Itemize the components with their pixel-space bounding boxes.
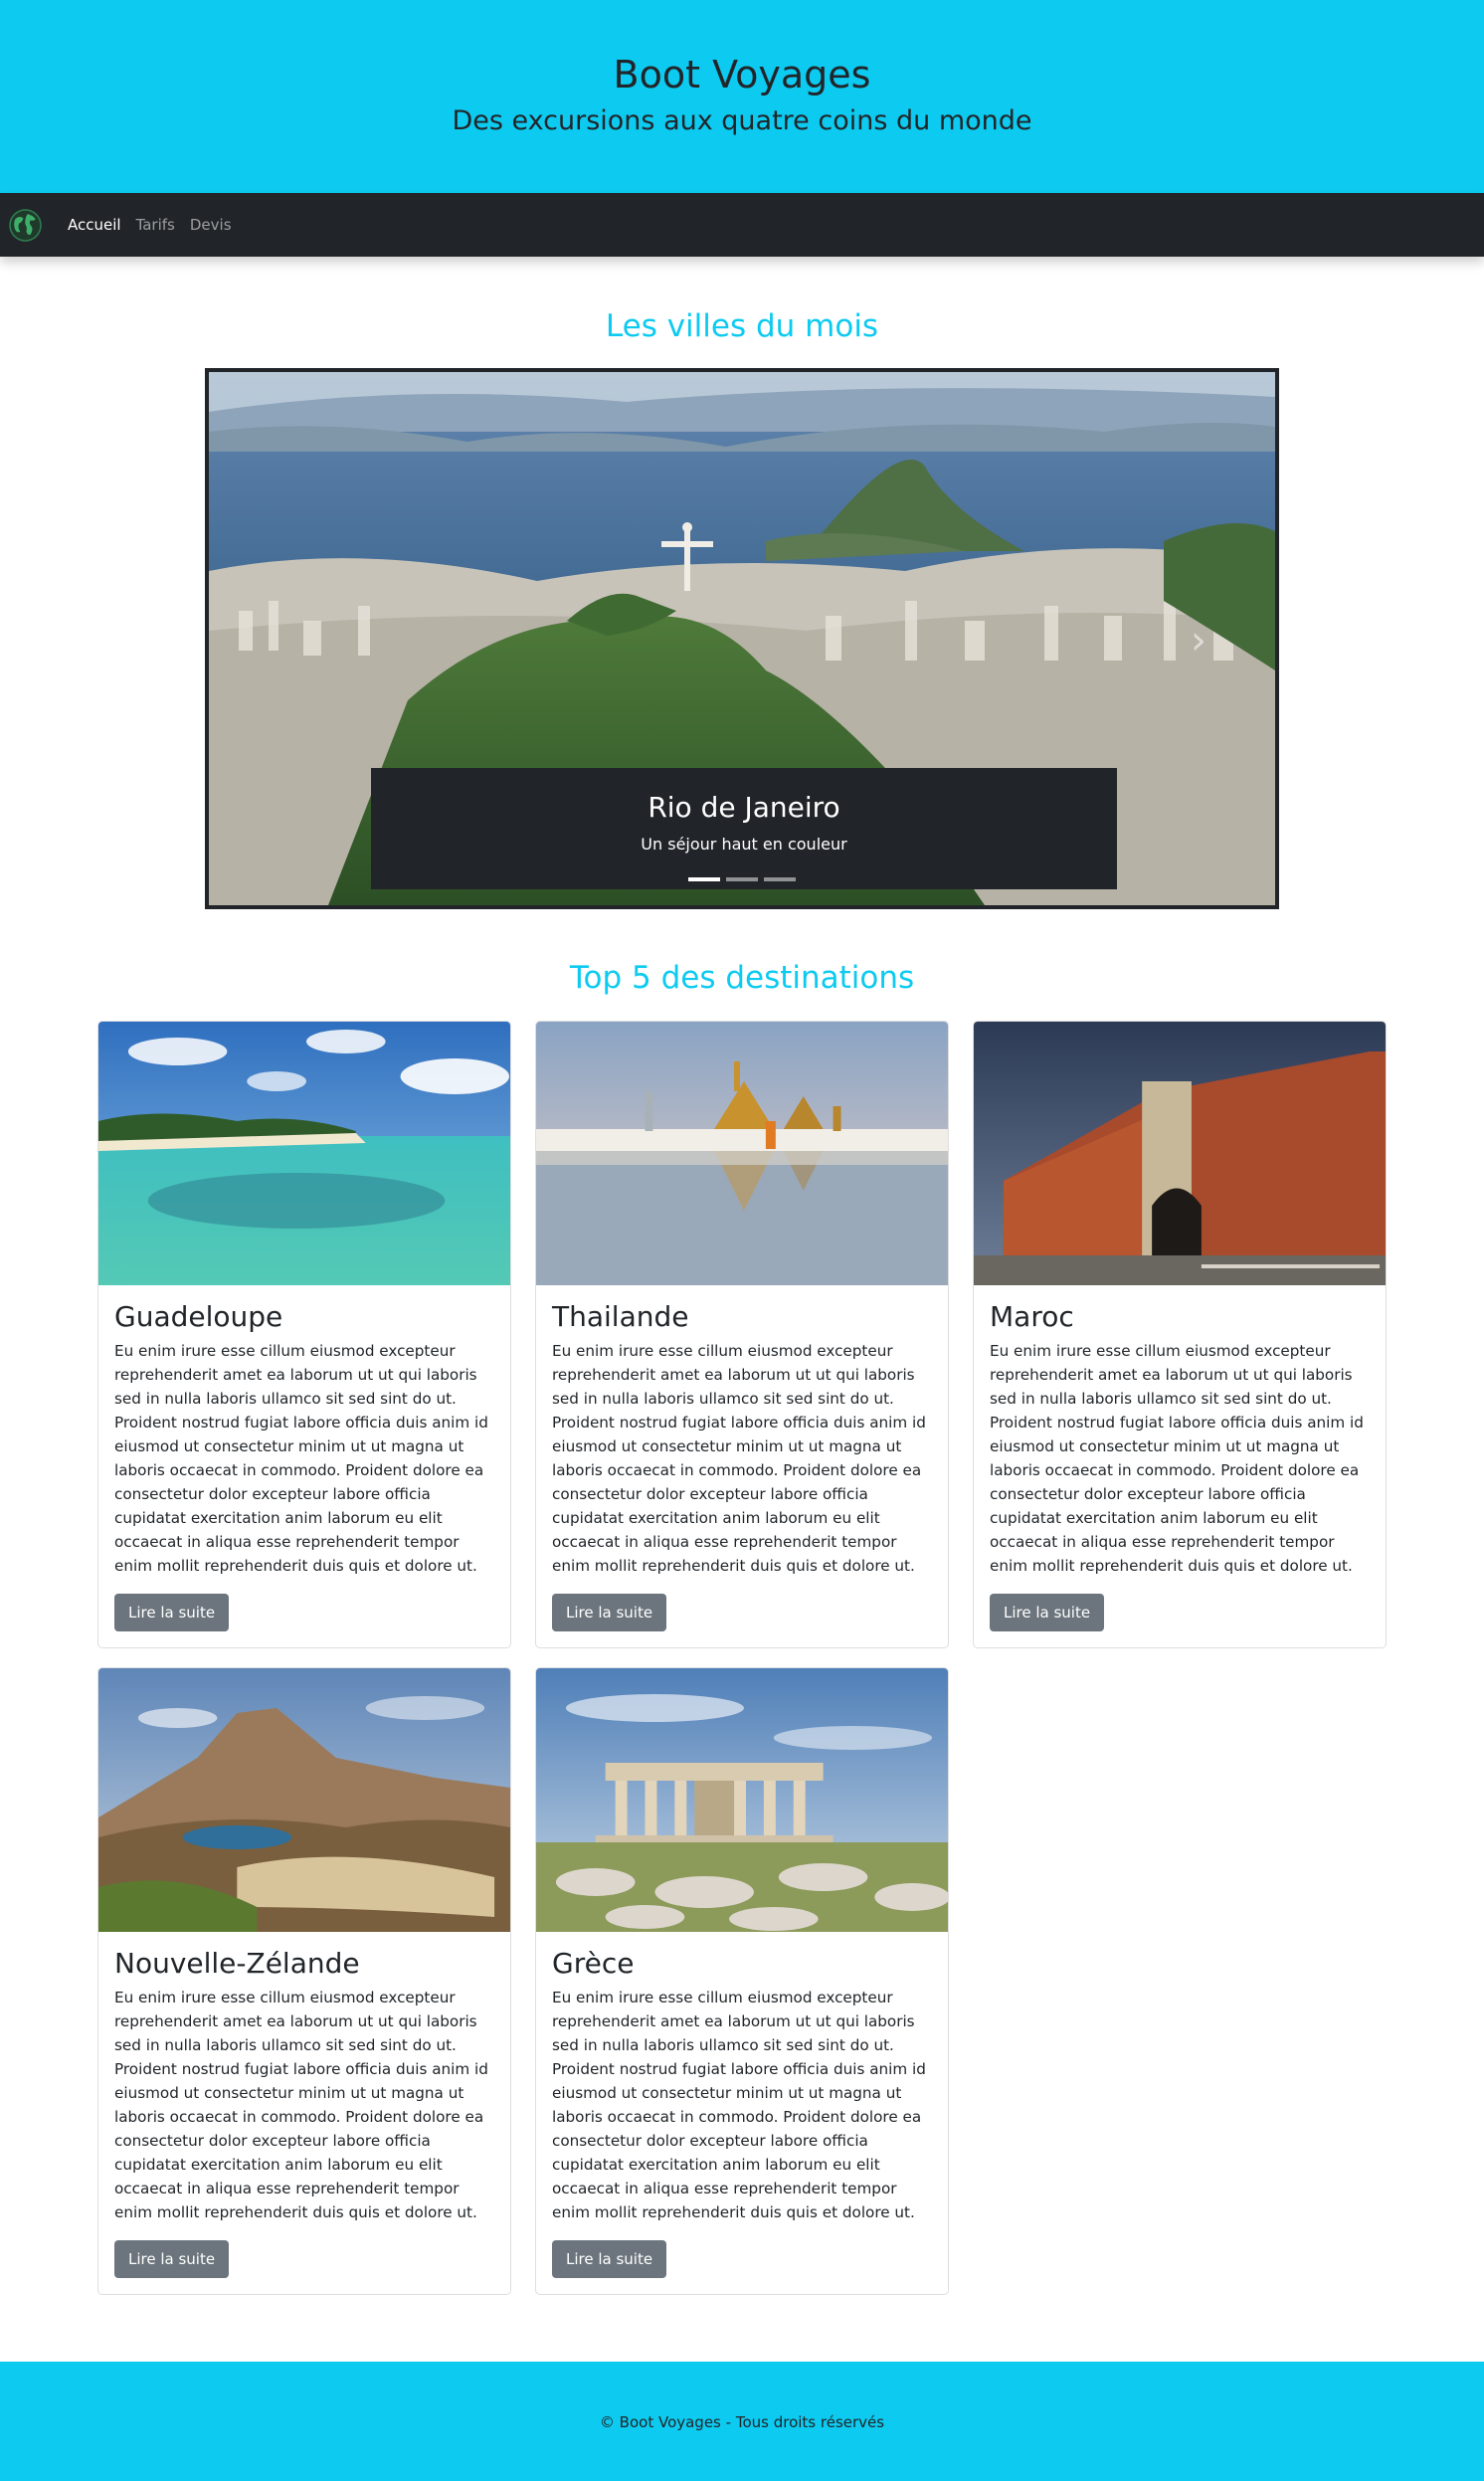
caption-text: Un séjour haut en couleur (641, 835, 847, 854)
carousel-next-icon[interactable]: › (1184, 621, 1213, 661)
card-text: Eu enim irure esse cillum eiusmod except… (552, 1342, 926, 1575)
main-navbar: Accueil Tarifs Devis (0, 193, 1484, 257)
destination-card-nouvelle-zelande: Nouvelle-Zélande Eu enim irure esse cill… (97, 1667, 511, 2295)
nav-link-devis[interactable]: Devis (190, 216, 232, 234)
card-title: Maroc (990, 1300, 1074, 1333)
card-text: Eu enim irure esse cillum eiusmod except… (114, 1342, 488, 1575)
guadeloupe-image (98, 1022, 510, 1285)
caption-title: Rio de Janeiro (648, 791, 840, 824)
read-more-button[interactable]: Lire la suite (552, 2240, 667, 2278)
card-text: Eu enim irure esse cillum eiusmod except… (552, 1989, 926, 2221)
carousel-section-title: Les villes du mois (605, 308, 879, 344)
destination-card-maroc: Maroc Eu enim irure esse cillum eiusmod … (973, 1021, 1387, 1648)
card-title: Grèce (552, 1947, 635, 1980)
site-header: Boot Voyages Des excursions aux quatre c… (0, 0, 1484, 193)
card-title: Thailande (552, 1300, 689, 1333)
destinations-section-title: Top 5 des destinations (569, 960, 915, 996)
nav-links: Accueil Tarifs Devis (68, 193, 232, 257)
read-more-button[interactable]: Lire la suite (990, 1594, 1105, 1631)
read-more-button[interactable]: Lire la suite (114, 1594, 230, 1631)
nav-link-accueil[interactable]: Accueil (68, 216, 121, 234)
nouvelle-zelande-image (98, 1668, 510, 1932)
carousel-indicator-3[interactable] (764, 877, 796, 881)
site-title: Boot Voyages (613, 53, 871, 96)
card-text: Eu enim irure esse cillum eiusmod except… (990, 1342, 1364, 1575)
maroc-image (974, 1022, 1386, 1285)
read-more-button[interactable]: Lire la suite (552, 1594, 667, 1631)
destination-card-guadeloupe: Guadeloupe Eu enim irure esse cillum eiu… (97, 1021, 511, 1648)
read-more-button[interactable]: Lire la suite (114, 2240, 230, 2278)
carousel-indicators (209, 877, 1275, 881)
destination-card-grece: Grèce Eu enim irure esse cillum eiusmod … (535, 1667, 949, 2295)
carousel-indicator-2[interactable] (726, 877, 758, 881)
card-title: Guadeloupe (114, 1300, 283, 1333)
destination-card-thailande: Thailande Eu enim irure esse cillum eius… (535, 1021, 949, 1648)
city-carousel[interactable]: › Rio de Janeiro Un séjour haut en coule… (205, 368, 1279, 909)
card-title: Nouvelle-Zélande (114, 1947, 360, 1980)
site-footer: © Boot Voyages - Tous droits réservés (0, 2362, 1484, 2481)
grece-image (536, 1668, 948, 1932)
footer-copyright: © Boot Voyages - Tous droits réservés (599, 2413, 885, 2431)
thailande-image (536, 1022, 948, 1285)
carousel-caption: Rio de Janeiro Un séjour haut en couleur (371, 768, 1117, 889)
site-subtitle: Des excursions aux quatre coins du monde (452, 105, 1032, 136)
nav-link-tarifs[interactable]: Tarifs (136, 216, 175, 234)
carousel-indicator-1[interactable] (688, 877, 720, 881)
card-text: Eu enim irure esse cillum eiusmod except… (114, 1989, 488, 2221)
globe-icon[interactable] (9, 209, 42, 242)
